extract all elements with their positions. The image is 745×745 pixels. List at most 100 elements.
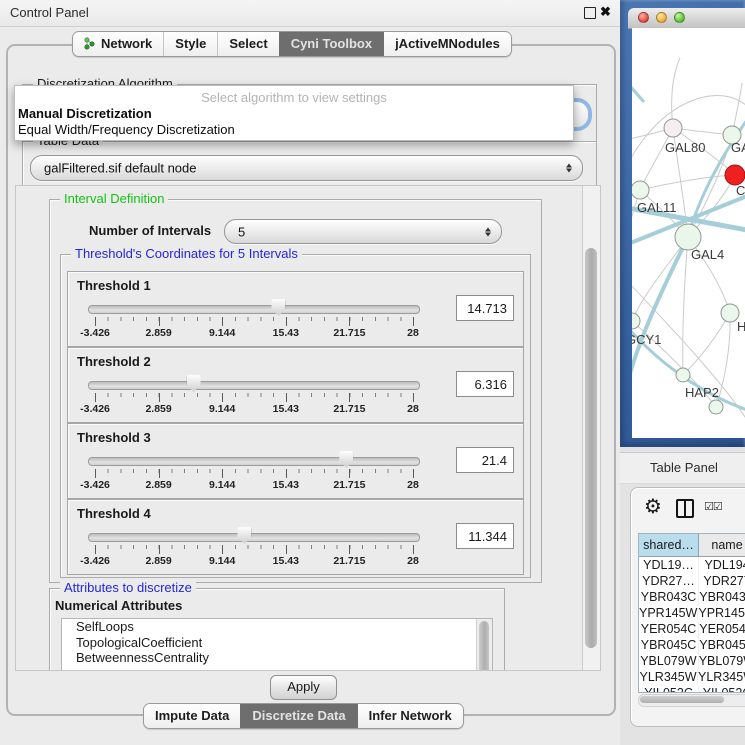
network-edge[interactable] bbox=[683, 313, 730, 375]
attribute-item[interactable]: TopologicalCoefficient bbox=[62, 635, 492, 651]
table-row[interactable]: YIL052CYIL052C bbox=[639, 685, 745, 693]
network-edge[interactable] bbox=[640, 175, 735, 190]
table-cell[interactable]: YER054C bbox=[639, 621, 699, 637]
table-cell[interactable]: YBR045C bbox=[699, 637, 745, 653]
tick-label: 2.859 bbox=[145, 479, 171, 491]
table-cell[interactable]: YDR27… bbox=[639, 573, 699, 589]
tab-impute-data[interactable]: Impute Data bbox=[144, 704, 240, 728]
column-header-shared-name[interactable]: shared… bbox=[639, 534, 699, 556]
tab-discretize-data[interactable]: Discretize Data bbox=[240, 704, 356, 728]
tab-infer-network[interactable]: Infer Network bbox=[357, 704, 463, 728]
table-row[interactable]: YLR345WYLR345W bbox=[639, 669, 745, 685]
close-icon[interactable]: ✖ bbox=[600, 4, 611, 20]
table-cell[interactable]: YER054C bbox=[699, 621, 745, 637]
table-scrollbar-thumb[interactable] bbox=[640, 696, 724, 703]
network-node[interactable] bbox=[632, 181, 649, 199]
attribute-item[interactable]: BetweennessCentrality bbox=[62, 650, 492, 666]
tab-select[interactable]: Select bbox=[217, 32, 278, 56]
close-window-icon[interactable] bbox=[638, 12, 649, 23]
table-row[interactable]: YBL079WYBL079W bbox=[639, 653, 745, 669]
threshold-slider: -3.426 2.859 9.144 15.43 21.715 28 bbox=[88, 500, 420, 574]
table-row[interactable]: YDR27…YDR277 bbox=[639, 573, 745, 589]
tick-label: 9.144 bbox=[209, 327, 235, 339]
network-canvas[interactable]: GAL80GACGAL11GAL4GCY1HHAP2 bbox=[632, 28, 745, 438]
table-cell[interactable]: YDL194 bbox=[699, 557, 745, 573]
table-row[interactable]: YBR045CYBR045C bbox=[639, 637, 745, 653]
network-edge-thick[interactable] bbox=[632, 86, 644, 102]
screenshot-root: Control Panel ✖ Network Style Select Cyn… bbox=[0, 0, 745, 745]
spinner-arrows-icon bbox=[566, 164, 572, 173]
settings-scrollbar-thumb[interactable] bbox=[585, 248, 597, 648]
network-node-label: HAP2 bbox=[685, 385, 719, 400]
threshold-value-field[interactable]: 11.344 bbox=[456, 523, 514, 549]
attributes-list-scrollbar[interactable] bbox=[476, 619, 492, 671]
table-cell[interactable]: YLR345W bbox=[698, 669, 745, 685]
number-of-intervals-combobox[interactable]: 5 bbox=[224, 219, 502, 244]
tab-jactivemnodules[interactable]: jActiveMNodules bbox=[383, 32, 511, 56]
network-window-titlebar[interactable] bbox=[628, 8, 745, 29]
tick-label: 2.859 bbox=[145, 327, 171, 339]
threshold-value-field[interactable]: 14.713 bbox=[456, 295, 514, 321]
interval-definition-title: Interval Definition bbox=[60, 192, 168, 206]
table-cell[interactable]: YPR145W bbox=[698, 605, 745, 621]
tick-label: -3.426 bbox=[80, 555, 110, 567]
node-table[interactable]: shared… name YDL19…YDL194YDR27…YDR277YBR… bbox=[638, 533, 745, 693]
tab-style[interactable]: Style bbox=[163, 32, 217, 56]
tab-cyni-toolbox[interactable]: Cyni Toolbox bbox=[279, 32, 383, 56]
select-columns-icon[interactable]: ☑☑ bbox=[704, 500, 722, 513]
control-panel-tabs: Network Style Select Cyni Toolbox jActiv… bbox=[72, 31, 512, 57]
table-cell[interactable]: YDL19… bbox=[639, 557, 699, 573]
minimize-window-icon[interactable] bbox=[656, 12, 667, 23]
tick-label: 21.715 bbox=[333, 479, 365, 491]
network-graph: GAL80GACGAL11GAL4GCY1HHAP2 bbox=[632, 28, 745, 438]
tab-network[interactable]: Network bbox=[73, 32, 163, 56]
threshold-slider: -3.426 2.859 9.144 15.43 21.715 28 bbox=[88, 272, 420, 346]
threshold-value-field[interactable]: 21.4 bbox=[456, 447, 514, 473]
table-row[interactable]: YER054CYER054C bbox=[639, 621, 745, 637]
attribute-item[interactable]: SelfLoops bbox=[62, 619, 492, 635]
slider-thumb[interactable] bbox=[339, 451, 353, 468]
zoom-window-icon[interactable] bbox=[674, 12, 685, 23]
cyni-panel: Discretization Algorithm Select algorith… bbox=[6, 44, 616, 716]
table-cell[interactable]: YBL079W bbox=[699, 653, 745, 669]
option-equal-width-frequency[interactable]: Equal Width/Frequency Discretization bbox=[18, 122, 235, 137]
table-cell[interactable]: YBL079W bbox=[639, 653, 699, 669]
threshold-slider: -3.426 2.859 9.144 15.43 21.715 28 bbox=[88, 348, 420, 422]
table-row[interactable]: YBR043CYBR043C bbox=[639, 589, 745, 605]
column-header-name[interactable]: name bbox=[699, 534, 745, 556]
slider-thumb[interactable] bbox=[271, 299, 285, 316]
table-cell[interactable]: YBR043C bbox=[699, 589, 745, 605]
table-cell[interactable]: YIL052C bbox=[639, 685, 699, 693]
table-cell[interactable]: YBR043C bbox=[639, 589, 699, 605]
apply-button[interactable]: Apply bbox=[270, 675, 337, 700]
numerical-attributes-list[interactable]: SelfLoopsTopologicalCoefficientBetweenne… bbox=[61, 618, 493, 671]
float-window-icon[interactable] bbox=[584, 7, 596, 19]
table-cell[interactable]: YIL052C bbox=[699, 685, 745, 693]
attributes-section: Attributes to discretize Numerical Attri… bbox=[49, 588, 505, 671]
table-row[interactable]: YDL19…YDL194 bbox=[639, 557, 745, 573]
network-node[interactable] bbox=[709, 400, 723, 414]
settings-vertical-scrollbar[interactable] bbox=[582, 186, 600, 670]
network-node[interactable] bbox=[676, 368, 690, 382]
table-cell[interactable]: YDR277 bbox=[699, 573, 745, 589]
network-edge[interactable] bbox=[683, 237, 688, 375]
slider-thumb[interactable] bbox=[237, 527, 251, 544]
table-cell[interactable]: YLR345W bbox=[639, 669, 698, 685]
threshold-value-field[interactable]: 6.316 bbox=[456, 371, 514, 397]
column-layout-icon[interactable] bbox=[676, 499, 694, 518]
network-edge[interactable] bbox=[632, 237, 688, 321]
settings-gear-icon[interactable]: ⚙ bbox=[644, 494, 662, 518]
table-data-combobox[interactable]: galFiltered.sif default node bbox=[30, 155, 583, 181]
network-node[interactable] bbox=[725, 165, 745, 185]
network-node[interactable] bbox=[664, 119, 682, 137]
table-data-section: Table Data galFiltered.sif default node bbox=[22, 141, 597, 190]
option-manual-discretization[interactable]: Manual Discretization bbox=[18, 106, 152, 121]
attributes-list-scrollbar-thumb[interactable] bbox=[479, 621, 489, 671]
table-cell[interactable]: YPR145W bbox=[639, 605, 698, 621]
threshold-slider: -3.426 2.859 9.144 15.43 21.715 28 bbox=[88, 424, 420, 498]
network-edge[interactable] bbox=[672, 58, 680, 128]
table-cell[interactable]: YBR045C bbox=[639, 637, 699, 653]
table-row[interactable]: YPR145WYPR145W bbox=[639, 605, 745, 621]
table-horizontal-scrollbar[interactable] bbox=[638, 694, 745, 707]
slider-thumb[interactable] bbox=[187, 375, 201, 392]
